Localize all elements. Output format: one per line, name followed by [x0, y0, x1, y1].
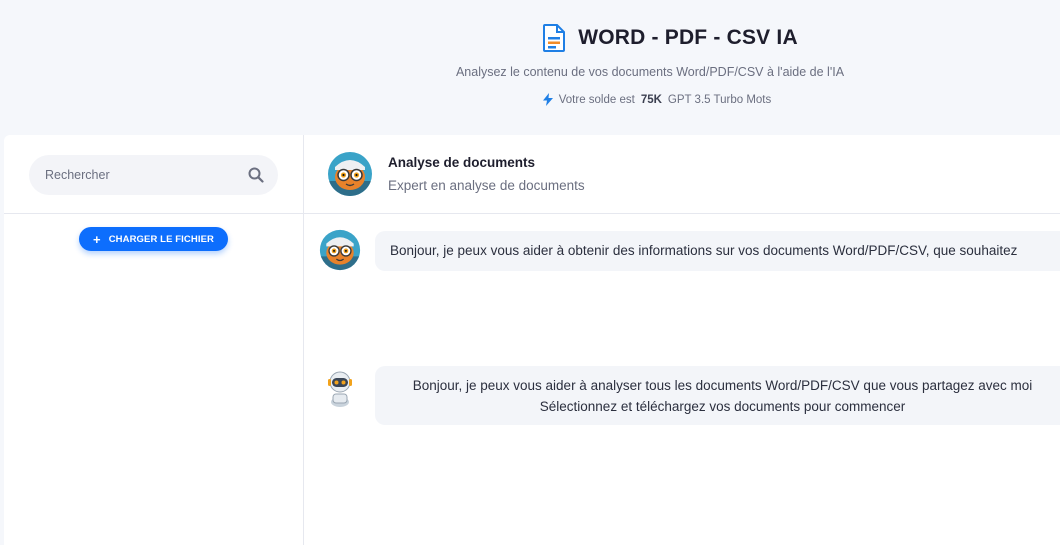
page-header: WORD - PDF - CSV IA Analysez le contenu …	[0, 0, 1060, 135]
chat-message-bubble: Bonjour, je peux vous aider à analyser t…	[375, 366, 1060, 425]
balance-suffix: GPT 3.5 Turbo Mots	[667, 93, 772, 106]
chat-message-text: Sélectionnez et téléchargez vos document…	[539, 399, 906, 414]
main-panel: + CHARGER LE FICHIER	[4, 135, 1060, 545]
page-subtitle: Analysez le contenu de vos documents Wor…	[455, 65, 845, 79]
sidebar: + CHARGER LE FICHIER	[4, 135, 304, 545]
chat-message-text: Bonjour, je peux vous aider à analyser t…	[412, 378, 1033, 393]
search-icon[interactable]	[248, 167, 264, 183]
balance-value: 75K	[640, 93, 662, 106]
assistant-name: Analyse de documents	[388, 155, 536, 170]
upload-file-button[interactable]: + CHARGER LE FICHIER	[79, 227, 228, 251]
balance-info: Votre solde est 75K GPT 3.5 Turbo Mots	[0, 93, 1060, 106]
title-row: WORD - PDF - CSV IA	[0, 24, 1060, 52]
assistant-message-avatar	[319, 229, 361, 271]
robot-avatar	[319, 366, 361, 408]
assistant-avatar	[327, 151, 373, 197]
document-icon	[542, 24, 566, 52]
sidebar-search-area	[4, 135, 304, 214]
assistant-role: Expert en analyse de documents	[388, 178, 585, 193]
chat-header: Analyse de documents Expert en analyse d…	[304, 135, 1060, 214]
page-title: WORD - PDF - CSV IA	[578, 26, 798, 49]
balance-prefix: Votre solde est	[558, 93, 635, 106]
search-box	[29, 155, 278, 195]
chat-message-text: Bonjour, je peux vous aider à obtenir de…	[390, 243, 1018, 258]
upload-file-label: CHARGER LE FICHIER	[108, 233, 214, 245]
search-input[interactable]	[45, 155, 235, 195]
chat-area: Analyse de documents Expert en analyse d…	[304, 135, 1060, 545]
lightning-icon	[542, 93, 553, 106]
chat-message-bubble: Bonjour, je peux vous aider à obtenir de…	[375, 231, 1060, 271]
plus-icon: +	[93, 231, 101, 247]
